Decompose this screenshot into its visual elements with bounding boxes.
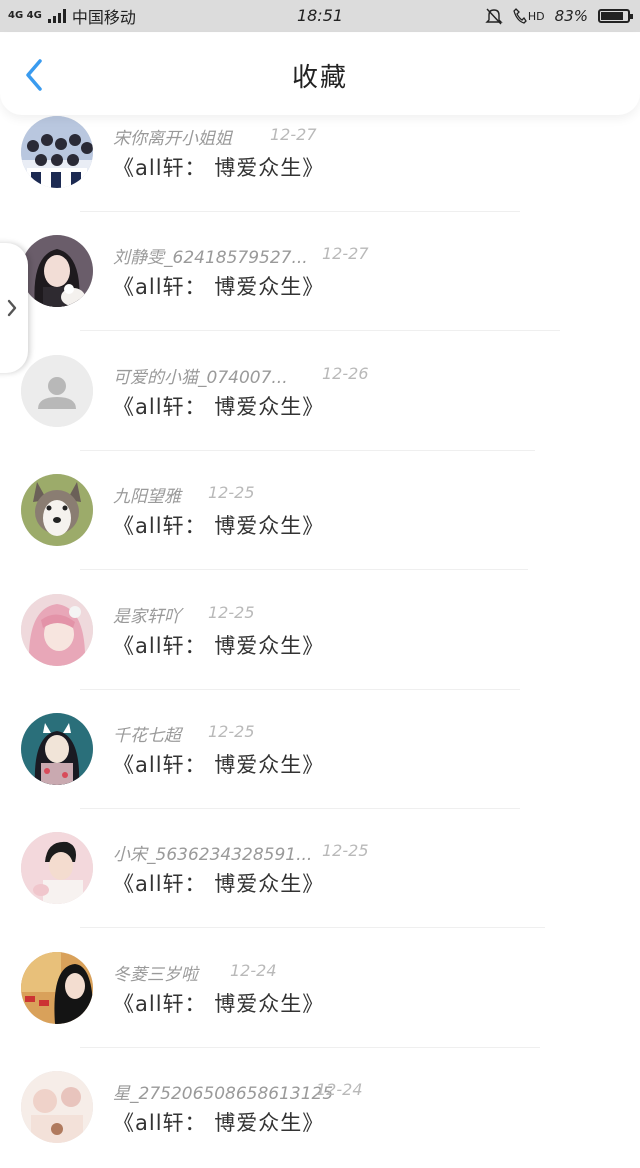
favorite-date: 12-26: [322, 364, 369, 383]
list-item[interactable]: 星_275206508658613125 12-24 《all轩： 博爱众生》: [0, 1049, 640, 1168]
favorite-date: 12-25: [208, 603, 255, 622]
list-item[interactable]: 冬菱三岁啦 12-24 《all轩： 博爱众生》: [0, 930, 640, 1049]
list-item[interactable]: 刘静雯_62418579527... 12-27 《all轩： 博爱众生》: [0, 213, 640, 332]
work-title[interactable]: 《all轩： 博爱众生》: [113, 271, 324, 301]
anime-fox-mask-avatar: [21, 713, 93, 785]
favorite-date: 12-27: [322, 244, 369, 263]
divider: [80, 450, 535, 451]
favorite-date: 12-25: [322, 841, 369, 860]
group-photo-avatar: [21, 116, 93, 188]
divider: [80, 927, 545, 928]
divider: [80, 808, 520, 809]
list-item[interactable]: 是家轩吖 12-25 《all轩： 博爱众生》: [0, 572, 640, 691]
avatar[interactable]: [21, 952, 93, 1024]
avatar[interactable]: [21, 474, 93, 546]
hd-label: HD: [527, 9, 545, 23]
work-title[interactable]: 《all轩： 博爱众生》: [113, 152, 324, 182]
avatar[interactable]: [21, 116, 93, 188]
husky-dog-avatar: [21, 474, 93, 546]
mute-bell-icon: [485, 8, 503, 25]
favorite-date: 12-27: [270, 125, 317, 144]
user-name: 千花七超: [113, 726, 181, 746]
status-bar: 4G 4G 中国移动 18:51 HD 83%: [0, 0, 640, 32]
work-title[interactable]: 《all轩： 博爱众生》: [113, 510, 324, 540]
favorite-date: 12-24: [230, 961, 277, 980]
user-name: 是家轩吖: [113, 607, 181, 627]
battery-fill: [601, 12, 623, 20]
favorite-date: 12-25: [208, 722, 255, 741]
chevron-right-icon: [7, 299, 17, 317]
list-item[interactable]: 千花七超 12-25 《all轩： 博爱众生》: [0, 691, 640, 810]
user-name: 星_275206508658613125: [113, 1084, 334, 1104]
side-drawer-toggle[interactable]: [0, 243, 28, 373]
list-item[interactable]: 小宋_5636234328591... 12-25 《all轩： 博爱众生》: [0, 810, 640, 929]
user-name: 可爱的小猫_074007...: [113, 368, 288, 388]
phone-icon: [513, 8, 527, 24]
user-name: 刘静雯_62418579527...: [113, 248, 308, 268]
avatar[interactable]: [21, 1071, 93, 1143]
battery-icon: [598, 9, 633, 23]
favorite-date: 12-25: [208, 483, 255, 502]
avatar[interactable]: [21, 355, 93, 427]
list-item[interactable]: 九阳望雅 12-25 《all轩： 博爱众生》: [0, 452, 640, 571]
user-name: 九阳望雅: [113, 487, 181, 507]
work-title[interactable]: 《all轩： 博爱众生》: [113, 1107, 324, 1137]
divider: [80, 689, 520, 690]
battery-percent: 83%: [554, 7, 588, 25]
girl-with-cat-avatar: [21, 235, 93, 307]
default-user-icon: [21, 355, 93, 427]
status-right: HD 83%: [485, 4, 633, 28]
work-title[interactable]: 《all轩： 博爱众生》: [113, 868, 324, 898]
divider: [80, 1047, 540, 1048]
list-item[interactable]: 可爱的小猫_074007... 12-26 《all轩： 博爱众生》: [0, 333, 640, 452]
divider: [80, 330, 560, 331]
work-title[interactable]: 《all轩： 博爱众生》: [113, 988, 324, 1018]
divider: [80, 569, 528, 570]
avatar[interactable]: [21, 594, 93, 666]
page-title: 收藏: [291, 63, 348, 93]
favorite-date: 12-24: [316, 1080, 363, 1099]
pastel-art-avatar: [21, 1071, 93, 1143]
work-title[interactable]: 《all轩： 博爱众生》: [113, 630, 324, 660]
pink-hair-girl-avatar: [21, 594, 93, 666]
user-name: 宋你离开小姐姐: [113, 129, 232, 149]
avatar[interactable]: [21, 713, 93, 785]
divider: [80, 211, 520, 212]
nav-header: 收藏: [0, 33, 640, 115]
avatar[interactable]: [21, 235, 93, 307]
avatar[interactable]: [21, 832, 93, 904]
user-name: 小宋_5636234328591...: [113, 845, 313, 865]
work-title[interactable]: 《all轩： 博爱众生》: [113, 391, 324, 421]
young-man-avatar: [21, 832, 93, 904]
work-title[interactable]: 《all轩： 博爱众生》: [113, 749, 324, 779]
girl-city-avatar: [21, 952, 93, 1024]
user-name: 冬菱三岁啦: [113, 965, 198, 985]
